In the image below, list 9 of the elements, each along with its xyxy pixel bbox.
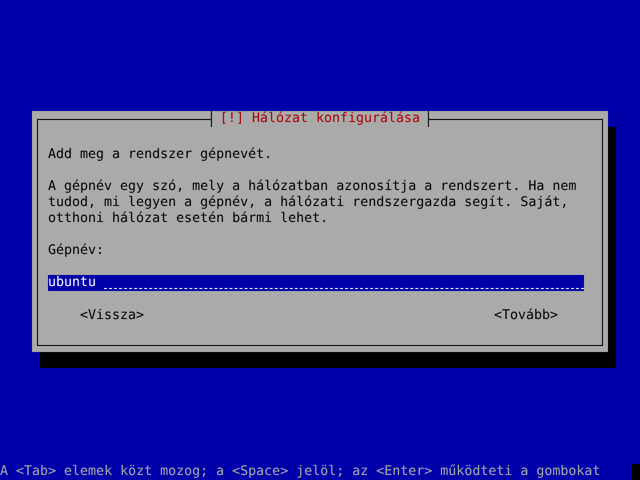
description-text: A gépnév egy szó, mely a hálózatban azonosítja a rendszert. Ha nem tudod, mi legyen a gépnév, a hálózati rendszergazda segít. Saját, otthoni hálózat esetén bármi lehet. xyxy=(48,179,578,227)
field-label: Gépnév: xyxy=(48,243,106,259)
dialog-button[interactable]: <Tovább> xyxy=(494,308,558,324)
prompt-text: Add meg a rendszer gépnevét. xyxy=(48,147,274,163)
dialog-button[interactable]: <Vissza> xyxy=(80,308,144,324)
hostname-input-field[interactable]: ubuntu xyxy=(48,275,584,291)
status-bar-text: A <Tab> elemek közt mozog; a <Space> jelöl; az <Enter> működteti a gombokat xyxy=(0,464,600,480)
dialog-title: [!] Hálózat konfigurálása xyxy=(210,111,430,127)
cursor-icon xyxy=(632,464,640,480)
